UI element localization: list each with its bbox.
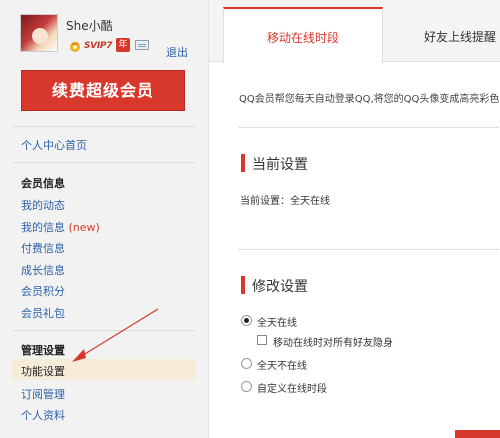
radio-label: 全天不在线 [257,361,307,372]
annual-badge: 年 [116,38,130,52]
sidebar-item-home[interactable]: 个人中心首页 [21,137,87,153]
radio-custom-period[interactable] [241,381,252,392]
section-title-current: 当前设置 [252,157,308,173]
sidebar-item-my-activity[interactable]: 我的动态 [21,197,65,213]
radio-label: 自定义在线时段 [257,384,327,395]
renew-super-vip-button[interactable]: 续费超级会员 [21,70,185,111]
hide-from-friends-checkbox[interactable] [257,335,267,345]
divider [239,127,500,128]
sidebar-item-growth-info[interactable]: 成长信息 [21,262,65,278]
section-marker [241,154,245,172]
logout-link[interactable]: 退出 [166,44,188,60]
sidebar-item-subscription[interactable]: 订阅管理 [21,386,65,402]
sidebar-item-label: 我的信息 [21,221,65,234]
tab-friend-online-reminder[interactable]: 好友上线提醒 [384,7,500,61]
current-setting-text: 当前设置：全天在线 [240,196,330,207]
divider [12,330,196,331]
divider [12,162,196,163]
intro-text: QQ会员帮您每天自动登录QQ,将您的QQ头像变成高亮彩色 [239,94,500,105]
tab-label: 移动在线时段 [266,31,339,45]
tab-mobile-online[interactable]: 移动在线时段 [223,7,383,63]
avatar[interactable] [20,14,58,52]
tab-label: 好友上线提醒 [424,30,497,44]
vip-crown-icon [70,42,80,52]
radio-all-day-online[interactable] [241,315,252,326]
sidebar-item-profile[interactable]: 个人资料 [21,407,65,423]
new-tag: (new) [68,221,100,234]
section-title-modify: 修改设置 [252,279,308,295]
main-content: 移动在线时段 好友上线提醒 QQ会员帮您每天自动登录QQ,将您的QQ头像变成高亮… [208,0,500,438]
section-marker [241,276,245,294]
tab-bar: 移动在线时段 好友上线提醒 [209,0,500,63]
svip-badge: SVIP7 [84,41,113,51]
sidebar-item-label: 功能设置 [21,365,65,378]
sidebar-heading-member-info: 会员信息 [21,177,65,190]
save-button[interactable] [455,430,500,438]
radio-label: 全天在线 [257,318,297,329]
sidebar-item-member-gifts[interactable]: 会员礼包 [21,305,65,321]
username[interactable]: She小酷 [66,17,113,34]
sidebar-item-paid-info[interactable]: 付费信息 [21,240,65,256]
radio-all-day-offline[interactable] [241,358,252,369]
sidebar-item-my-info[interactable]: 我的信息 (new) [21,219,100,235]
sidebar-heading-manage: 管理设置 [21,344,65,357]
divider [239,249,500,250]
card-icon[interactable] [135,40,149,50]
divider [12,126,196,127]
checkbox-label: 移动在线时对所有好友隐身 [273,338,393,349]
sidebar: She小酷 SVIP7 年 退出 续费超级会员 个人中心首页 会员信息 我的动态… [0,0,208,438]
sidebar-item-member-points[interactable]: 会员积分 [21,283,65,299]
